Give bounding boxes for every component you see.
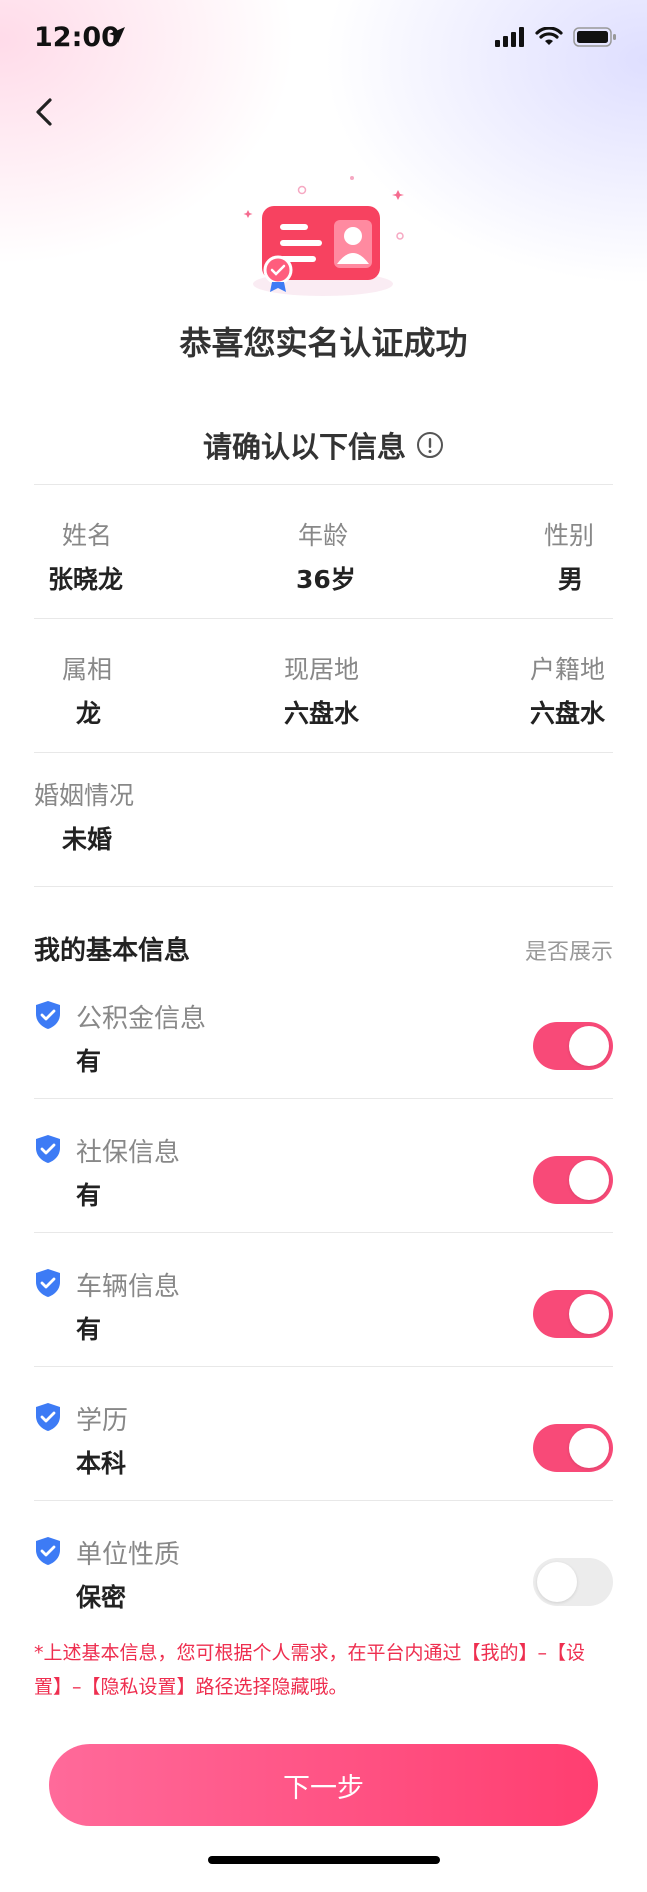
gender-label: 性别	[544, 521, 595, 550]
privacy-note: *上述基本信息，您可根据个人需求，在平台内通过【我的】–【设置】–【隐私设置】路…	[34, 1642, 586, 1698]
info-label: 社保信息	[76, 1138, 181, 1168]
cellular-signal-icon	[495, 27, 524, 47]
divider	[34, 1366, 613, 1367]
toggle-knob	[537, 1562, 577, 1602]
info-row-housing-fund: 公积金信息 有	[34, 992, 613, 1126]
info-row-social-security: 社保信息 有	[34, 1126, 613, 1260]
info-row-education: 学历 本科	[34, 1394, 613, 1528]
confirm-title: 请确认以下信息	[202, 430, 406, 464]
divider	[34, 484, 613, 485]
status-bar: 12:00	[0, 0, 647, 76]
divider	[34, 752, 613, 753]
toggle-knob	[569, 1160, 609, 1200]
divider	[34, 886, 613, 887]
display-toggle[interactable]	[533, 1022, 613, 1070]
divider	[34, 1098, 613, 1099]
marital-value: 未婚	[62, 825, 113, 854]
hukou-label: 户籍地	[530, 655, 606, 684]
verified-shield-icon	[36, 1269, 60, 1297]
confirm-heading: 请确认以下信息	[0, 424, 647, 466]
zodiac-value: 龙	[76, 699, 102, 728]
basic-info-title: 我的基本信息	[34, 936, 191, 966]
hukou-value: 六盘水	[530, 699, 606, 728]
age-value: 36岁	[296, 565, 356, 594]
verified-shield-icon	[36, 1537, 60, 1565]
battery-icon	[573, 27, 616, 47]
info-value: 有	[76, 1315, 102, 1344]
info-value: 有	[76, 1047, 102, 1076]
name-label: 姓名	[62, 521, 113, 550]
display-toggle[interactable]	[533, 1156, 613, 1204]
verified-shield-icon	[36, 1001, 60, 1029]
info-label: 单位性质	[76, 1540, 181, 1570]
toggle-knob	[569, 1428, 609, 1468]
name-value: 张晓龙	[48, 565, 124, 594]
next-step-button[interactable]: 下一步	[49, 1744, 598, 1826]
verified-shield-icon	[36, 1403, 60, 1431]
home-indicator	[208, 1856, 440, 1864]
info-value: 本科	[76, 1449, 127, 1478]
info-label: 公积金信息	[76, 1004, 207, 1034]
divider	[34, 1500, 613, 1501]
residence-label: 现居地	[284, 655, 360, 684]
display-toggle[interactable]	[533, 1424, 613, 1472]
info-value: 保密	[76, 1583, 127, 1612]
divider	[34, 618, 613, 619]
info-value: 有	[76, 1181, 102, 1210]
toggle-knob	[569, 1026, 609, 1066]
residence-value: 六盘水	[284, 699, 360, 728]
verified-shield-icon	[36, 1135, 60, 1163]
display-toggle[interactable]	[533, 1290, 613, 1338]
id-card-illustration	[243, 176, 404, 296]
display-toggle-hint: 是否展示	[524, 940, 613, 965]
back-chevron-icon[interactable]	[26, 92, 66, 132]
info-row-vehicle: 车辆信息 有	[34, 1260, 613, 1394]
zodiac-label: 属相	[62, 655, 113, 684]
location-arrow-icon	[109, 27, 125, 43]
marital-label: 婚姻情况	[34, 781, 135, 810]
display-toggle[interactable]	[533, 1558, 613, 1606]
success-title: 恭喜您实名认证成功	[179, 324, 468, 362]
info-label: 学历	[76, 1406, 129, 1436]
info-label: 车辆信息	[76, 1272, 181, 1302]
info-icon[interactable]	[416, 431, 444, 459]
toggle-knob	[569, 1294, 609, 1334]
gender-value: 男	[558, 565, 584, 594]
wifi-icon	[535, 27, 563, 45]
age-label: 年龄	[298, 521, 349, 550]
divider	[34, 1232, 613, 1233]
